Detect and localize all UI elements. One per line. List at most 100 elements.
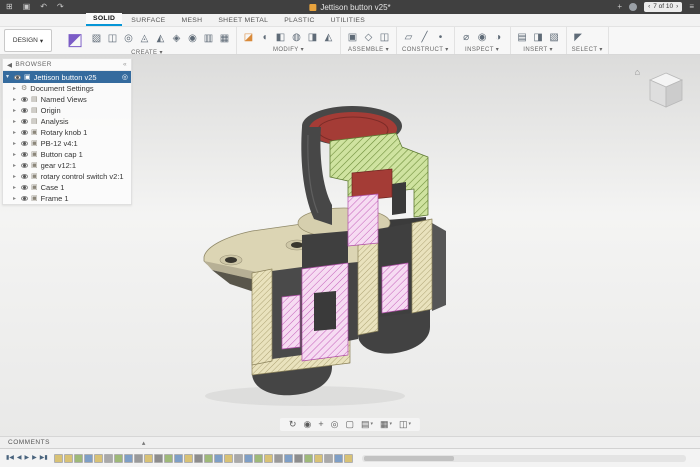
visibility-eye-icon[interactable]	[21, 97, 28, 102]
pan-icon[interactable]: +	[318, 420, 323, 429]
timeline-scrollbar[interactable]	[362, 455, 686, 462]
hole-feature[interactable]	[294, 454, 303, 463]
expand-icon[interactable]: ▸	[13, 141, 18, 147]
extrude-feature[interactable]	[284, 454, 293, 463]
toolbar-group-label-modify[interactable]: MODIFY ▾	[242, 46, 335, 53]
tab-solid[interactable]: SOLID	[86, 13, 122, 26]
comments-bar[interactable]: COMMENTS ▴	[0, 436, 700, 448]
go-to-start-button[interactable]: ▮◀	[6, 455, 14, 461]
step-back-button[interactable]: ◀	[17, 455, 22, 461]
component-feature[interactable]	[224, 454, 233, 463]
visibility-eye-icon[interactable]	[21, 152, 28, 157]
expand-icon[interactable]: ▸	[13, 174, 18, 180]
interference-icon[interactable]: ◉	[476, 31, 489, 44]
visibility-eye-icon[interactable]	[14, 75, 21, 80]
menu-icon[interactable]: ≡	[689, 3, 694, 11]
browser-item-case-1[interactable]: ▸▣Case 1	[3, 182, 131, 193]
component-feature[interactable]	[54, 454, 63, 463]
viewports-icon[interactable]: ◫▾	[399, 420, 411, 429]
thread-icon[interactable]: ▥	[202, 33, 215, 46]
section-analysis-icon[interactable]: ◑	[492, 31, 505, 44]
home-view-icon[interactable]: ⌂	[635, 67, 640, 77]
rigid-group-icon[interactable]: ◫	[378, 31, 391, 44]
component-feature[interactable]	[264, 454, 273, 463]
box-icon[interactable]: ▧	[90, 33, 103, 46]
toolbar-group-label-construct[interactable]: CONSTRUCT ▾	[402, 46, 449, 53]
tab-utilities[interactable]: UTILITIES	[324, 15, 372, 26]
fillet-feature[interactable]	[134, 454, 143, 463]
prev-icon[interactable]: ‹	[648, 3, 650, 11]
application-menu-icon[interactable]: ⊞	[6, 3, 13, 11]
tab-surface[interactable]: SURFACE	[124, 15, 172, 26]
joint-feature[interactable]	[324, 454, 333, 463]
visibility-eye-icon[interactable]	[21, 174, 28, 179]
cylinder-icon[interactable]: ◫	[106, 33, 119, 46]
component-feature[interactable]	[344, 454, 353, 463]
add-tab-icon[interactable]: +	[617, 3, 622, 11]
expand-icon[interactable]: ▸	[13, 196, 18, 202]
orbit-icon[interactable]: ↻	[289, 420, 297, 429]
measure-icon[interactable]: ⌀	[460, 31, 473, 44]
timeline-scrollbar-thumb[interactable]	[364, 456, 454, 461]
sketch-feature[interactable]	[204, 454, 213, 463]
browser-collapse-icon[interactable]: ◀	[7, 61, 12, 69]
joint-feature[interactable]	[104, 454, 113, 463]
look-at-icon[interactable]: ◉	[303, 420, 311, 429]
fillet-feature[interactable]	[274, 454, 283, 463]
browser-chevron-icon[interactable]: «	[123, 61, 127, 68]
joint-feature[interactable]	[234, 454, 243, 463]
point-icon[interactable]: •	[434, 31, 447, 44]
expand-icon[interactable]: ▸	[13, 185, 18, 191]
select-icon[interactable]: ◤	[572, 31, 585, 44]
visibility-eye-icon[interactable]	[21, 141, 28, 146]
expand-icon[interactable]: ▸	[13, 108, 18, 114]
browser-item-document-settings[interactable]: ▸⚙Document Settings	[3, 83, 131, 94]
sweep-icon[interactable]: ◈	[170, 33, 183, 46]
display-settings-icon[interactable]: ▤▾	[361, 420, 373, 429]
expand-icon[interactable]: ▸	[13, 97, 18, 103]
component-feature[interactable]	[94, 454, 103, 463]
fit-icon[interactable]: ▢	[345, 420, 354, 429]
revolve-icon[interactable]: ◭	[154, 33, 167, 46]
save-icon[interactable]: ▣	[23, 3, 31, 11]
component-feature[interactable]	[64, 454, 73, 463]
grid-settings-icon[interactable]: ▦▾	[380, 420, 392, 429]
browser-item-rotary-knob-1[interactable]: ▸▣Rotary knob 1	[3, 127, 131, 138]
toolbar-group-label-insert[interactable]: INSERT ▾	[516, 46, 561, 53]
sketch-feature[interactable]	[74, 454, 83, 463]
insert-derive-icon[interactable]: ▤	[516, 31, 529, 44]
browser-item-named-views[interactable]: ▸▤Named Views	[3, 94, 131, 105]
visibility-eye-icon[interactable]	[21, 119, 28, 124]
hole-feature[interactable]	[154, 454, 163, 463]
expand-icon[interactable]: ▸	[13, 86, 18, 92]
avatar[interactable]	[629, 3, 637, 11]
visibility-eye-icon[interactable]	[21, 108, 28, 113]
toolbar-group-label-create[interactable]: CREATE ▾	[63, 49, 231, 56]
axis-icon[interactable]: ╱	[418, 31, 431, 44]
extrude-feature[interactable]	[244, 454, 253, 463]
sketch-feature[interactable]	[254, 454, 263, 463]
comments-expand-icon[interactable]: ▴	[142, 439, 146, 447]
visibility-eye-icon[interactable]	[21, 130, 28, 135]
expand-icon[interactable]: ▸	[13, 130, 18, 136]
zoom-icon[interactable]: ◎	[331, 420, 339, 429]
component-feature[interactable]	[314, 454, 323, 463]
extrude-feature[interactable]	[334, 454, 343, 463]
step-forward-button[interactable]: ▶	[32, 455, 37, 461]
go-to-end-button[interactable]: ▶▮	[40, 455, 48, 461]
create-form-icon[interactable]: ◩	[63, 29, 87, 49]
browser-item-origin[interactable]: ▸▤Origin	[3, 105, 131, 116]
component-feature[interactable]	[144, 454, 153, 463]
press-pull-icon[interactable]: ◪	[242, 31, 255, 44]
new-component-icon[interactable]: ▣	[346, 31, 359, 44]
split-body-icon[interactable]: ◭	[322, 31, 335, 44]
tab-mesh[interactable]: MESH	[174, 15, 209, 26]
expand-icon[interactable]: ▸	[13, 163, 18, 169]
sketch-feature[interactable]	[304, 454, 313, 463]
browser-item-frame-1[interactable]: ▸▣Frame 1	[3, 193, 131, 204]
expand-icon[interactable]: ▾	[6, 74, 11, 80]
browser-item-button-cap-1[interactable]: ▸▣Button cap 1	[3, 149, 131, 160]
workspace-selector[interactable]: DESIGN ▾	[4, 29, 52, 52]
extrude-feature[interactable]	[84, 454, 93, 463]
browser-item-pb-12-v4-1[interactable]: ▸▣PB-12 v4:1	[3, 138, 131, 149]
